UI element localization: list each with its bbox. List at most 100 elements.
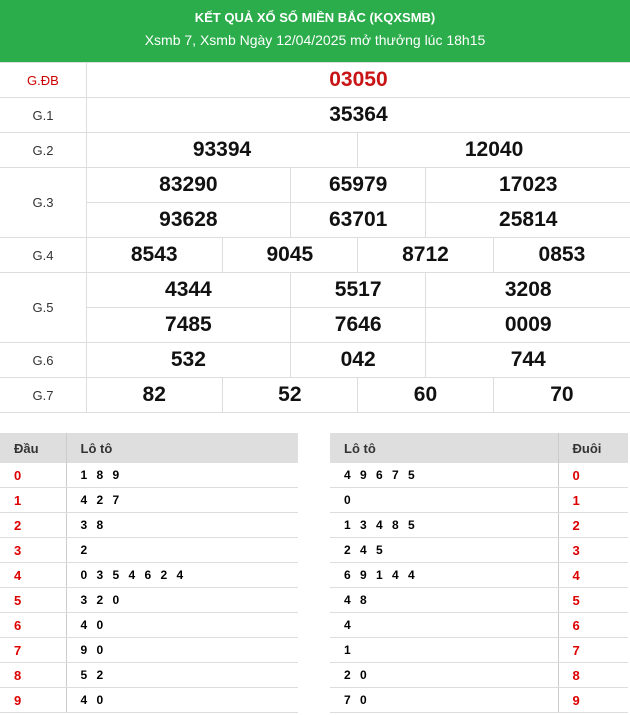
prize-number: 63701 [289, 202, 427, 238]
prize-number: 65979 [289, 167, 427, 203]
prize-number: 0009 [425, 307, 630, 343]
prize-number: 5517 [289, 272, 427, 308]
loto-digits: 4 0 [66, 612, 298, 638]
prize-number: 4344 [85, 272, 291, 308]
prize-label: G.ĐB [0, 62, 87, 98]
loto-digits: 3 2 0 [66, 587, 298, 613]
prize-number: 0853 [492, 237, 630, 273]
prize-number: 8712 [357, 237, 494, 273]
tail-digit: 1 [558, 487, 628, 513]
prize-number: 82 [85, 377, 223, 413]
prize-row-g3b: 93628 63701 25814 [0, 202, 630, 238]
loto-digits: 4 8 [330, 587, 559, 613]
prize-row-g3: G.3 83290 65979 17023 [0, 167, 630, 238]
table-row: 6 9 1 4 44 [330, 562, 628, 588]
loto-digits: 0 3 5 4 6 2 4 [66, 562, 298, 588]
table-row: 79 0 [0, 637, 298, 663]
prize-number: 52 [221, 377, 359, 413]
table-row: 1 3 4 8 52 [330, 512, 628, 538]
prize-number: 35364 [85, 97, 630, 133]
prize-number: 60 [357, 377, 494, 413]
prize-label: G.2 [0, 132, 87, 168]
prize-row-g5b: 7485 7646 0009 [0, 307, 630, 343]
prize-number: 7646 [289, 307, 427, 343]
prize-number: 93628 [85, 202, 291, 238]
head-digit: 2 [0, 512, 67, 538]
tail-digit: 4 [558, 562, 628, 588]
table-row: 2 08 [330, 662, 628, 688]
loto-digits: 2 0 [330, 662, 559, 688]
tail-digit: 7 [558, 637, 628, 663]
table-row: 7 09 [330, 687, 628, 713]
prize-number: 532 [85, 342, 291, 378]
loto-digits: 9 0 [66, 637, 298, 663]
tail-digit: 9 [558, 687, 628, 713]
table-row: 17 [330, 637, 628, 663]
prize-label: G.1 [0, 97, 87, 133]
tail-digit: 6 [558, 612, 628, 638]
table-header-row: Đầu Lô tô [0, 433, 298, 463]
loto-head-table: Đầu Lô tô 01 8 914 2 723 83240 3 5 4 6 2… [0, 433, 298, 713]
head-digit: 8 [0, 662, 67, 688]
col-tail-header: Đuôi [558, 433, 628, 463]
tail-digit: 5 [558, 587, 628, 613]
prize-label: G.3 [0, 167, 87, 238]
loto-tail-table: Lô tô Đuôi 4 9 6 7 50011 3 4 8 522 4 536… [330, 433, 628, 713]
loto-digits: 1 [330, 637, 559, 663]
head-digit: 4 [0, 562, 67, 588]
col-loto-header: Lô tô [66, 433, 298, 463]
prize-number: 12040 [357, 132, 630, 168]
prize-number: 3208 [425, 272, 630, 308]
loto-digits: 2 4 5 [330, 537, 559, 563]
prize-number: 8543 [85, 237, 223, 273]
loto-digits: 0 [330, 487, 559, 513]
tail-digit: 3 [558, 537, 628, 563]
table-row: 01 8 9 [0, 463, 298, 488]
col-head-header: Đầu [0, 433, 67, 463]
page-title: KẾT QUẢ XỔ SỐ MIỀN BẮC (KQXSMB) [194, 10, 436, 25]
head-digit: 3 [0, 537, 67, 563]
prize-label: G.6 [0, 342, 87, 378]
table-header-row: Lô tô Đuôi [330, 433, 628, 463]
loto-digits: 6 9 1 4 4 [330, 562, 559, 588]
page-subtitle: Xsmb 7, Xsmb Ngày 12/04/2025 mở thưởng l… [144, 32, 486, 48]
loto-digits: 3 8 [66, 512, 298, 538]
loto-digits: 5 2 [66, 662, 298, 688]
loto-digits: 4 [330, 612, 559, 638]
prize-number: 25814 [425, 202, 630, 238]
loto-digits: 1 8 9 [66, 463, 298, 488]
col-loto-header: Lô tô [330, 433, 559, 463]
table-row: 94 0 [0, 687, 298, 713]
prize-row-g4: G.4 8543 9045 8712 0853 [0, 237, 630, 273]
prize-number: 03050 [85, 62, 630, 98]
head-digit: 9 [0, 687, 67, 713]
table-row: 01 [330, 487, 628, 513]
table-row: 85 2 [0, 662, 298, 688]
head-digit: 6 [0, 612, 67, 638]
loto-digits: 4 0 [66, 687, 298, 713]
table-row: 64 0 [0, 612, 298, 638]
loto-digits: 1 3 4 8 5 [330, 512, 559, 538]
head-digit: 0 [0, 463, 67, 488]
prize-number: 83290 [85, 167, 291, 203]
results-header: KẾT QUẢ XỔ SỐ MIỀN BẮC (KQXSMB) Xsmb 7, … [0, 0, 630, 62]
table-row: 53 2 0 [0, 587, 298, 613]
prize-row-g6: G.6 532 042 744 [0, 342, 630, 378]
head-digit: 7 [0, 637, 67, 663]
loto-digits: 4 9 6 7 5 [330, 463, 559, 488]
prize-row-gdb: G.ĐB 03050 [0, 62, 630, 98]
prize-number: 744 [425, 342, 630, 378]
prize-row-g7: G.7 82 52 60 70 [0, 377, 630, 413]
loto-digits: 4 2 7 [66, 487, 298, 513]
loto-digits: 2 [66, 537, 298, 563]
loto-digits: 7 0 [330, 687, 559, 713]
prize-table: G.ĐB 03050 G.1 35364 G.2 93394 12040 G.3… [0, 62, 630, 413]
table-row: 4 85 [330, 587, 628, 613]
table-row: 2 4 53 [330, 537, 628, 563]
prize-label: G.4 [0, 237, 87, 273]
tail-digit: 0 [558, 463, 628, 488]
table-row: 46 [330, 612, 628, 638]
table-row: 40 3 5 4 6 2 4 [0, 562, 298, 588]
prize-row-g2: G.2 93394 12040 [0, 132, 630, 168]
prize-number: 9045 [221, 237, 359, 273]
